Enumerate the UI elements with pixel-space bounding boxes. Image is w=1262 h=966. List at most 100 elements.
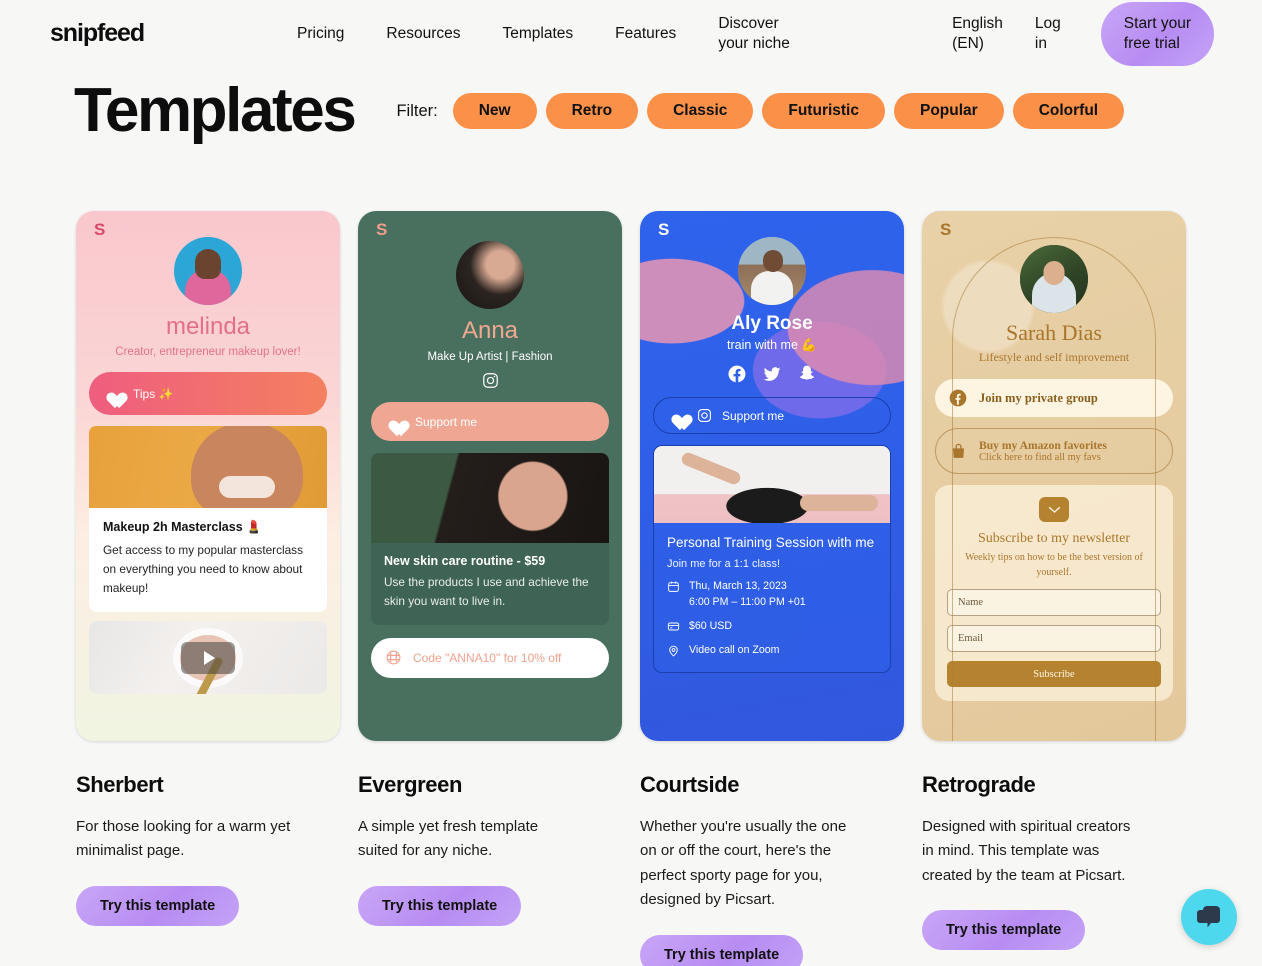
chat-widget-button[interactable]	[1181, 889, 1237, 945]
social-links	[640, 364, 904, 384]
instagram-icon[interactable]	[358, 372, 622, 389]
facebook-icon[interactable]	[727, 364, 747, 384]
snipfeed-mark-icon: S	[376, 220, 388, 239]
calendar-icon	[668, 581, 679, 593]
preview-event-price: $60 USD	[689, 619, 732, 632]
template-preview-sherbert[interactable]: S melinda Creator, entrepreneur makeup l…	[76, 211, 340, 741]
nav-link-discover-your-niche[interactable]: Discover your niche	[697, 14, 811, 54]
filter-label: Filter:	[396, 101, 438, 120]
preview-event-card[interactable]: Personal Training Session with me Join m…	[653, 445, 891, 673]
preview-support-button[interactable]: Support me	[653, 397, 891, 434]
template-description: Whether you're usually the one on or off…	[640, 818, 847, 909]
heart-icon	[668, 407, 687, 424]
preview-coupon-label: Code "ANNA10" for 10% off	[413, 650, 562, 665]
template-card-courtside: S Aly Rose train with me 💪 Support me Pe…	[640, 211, 904, 966]
preview-coupon-button[interactable]: Code "ANNA10" for 10% off	[371, 637, 609, 678]
try-this-template-button[interactable]: Try this template	[922, 910, 1086, 951]
page-title: Templates	[74, 76, 357, 145]
filter-chip-classic[interactable]: Classic	[647, 93, 754, 129]
filter-chip-popular[interactable]: Popular	[894, 93, 1004, 129]
preview-event-location-row: Video call on Zoom	[667, 643, 877, 658]
avatar	[456, 241, 524, 309]
instagram-icon	[698, 409, 711, 422]
preview-post-image	[89, 426, 327, 508]
preview-profile-name: Aly Rose	[731, 313, 813, 334]
snipfeed-mark-icon: S	[658, 220, 670, 239]
preview-event-time: 6:00 PM – 11:00 PM +01	[689, 595, 806, 608]
template-grid: S melinda Creator, entrepreneur makeup l…	[0, 147, 1262, 966]
nav-link-templates[interactable]: Templates	[481, 24, 594, 44]
preview-event-subtitle: Join me for a 1:1 class!	[667, 558, 781, 571]
avatar	[1020, 245, 1088, 313]
template-name: Sherbert	[76, 772, 164, 797]
preview-link-tips[interactable]: Tips ✨	[89, 372, 327, 415]
language-selector[interactable]: English (EN)	[936, 14, 1019, 54]
twitter-icon[interactable]	[762, 364, 782, 384]
preview-profile-bio: train with me 💪	[727, 338, 817, 352]
nav-link-pricing[interactable]: Pricing	[276, 24, 365, 44]
preview-profile-name: Anna	[461, 317, 519, 344]
template-card-retrograde: S Sarah Dias Lifestyle and self improvem…	[922, 211, 1186, 966]
preview-event-image	[654, 446, 890, 523]
play-icon[interactable]	[181, 641, 235, 674]
nav-link-features[interactable]: Features	[594, 24, 697, 44]
preview-support-button[interactable]: Support me	[371, 402, 609, 441]
snipfeed-mark-icon: S	[940, 220, 952, 239]
preview-profile-name: melinda	[165, 313, 251, 340]
page-header: Templates Filter: New Retro Classic Futu…	[0, 67, 1262, 147]
heart-icon	[103, 385, 122, 402]
template-card-evergreen: S Anna Make Up Artist | Fashion Support …	[358, 211, 622, 966]
snipfeed-mark-icon: S	[94, 220, 106, 239]
preview-event-datetime: Thu, March 13, 2023 6:00 PM – 11:00 PM +…	[667, 579, 877, 610]
snapchat-icon[interactable]	[797, 364, 817, 384]
preview-product-image	[371, 453, 609, 543]
preview-event-price-row: $60 USD	[667, 619, 877, 634]
nav-right: English (EN) Log in Start your free tria…	[936, 1, 1214, 66]
template-description: For those looking for a warm yet minimal…	[76, 818, 291, 860]
preview-event-date: Thu, March 13, 2023	[689, 580, 787, 593]
template-preview-retrograde[interactable]: S Sarah Dias Lifestyle and self improvem…	[922, 211, 1186, 741]
filter-bar: Filter: New Retro Classic Futuristic Pop…	[396, 93, 1125, 129]
preview-link-tips-label: Tips ✨	[133, 386, 174, 401]
avatar	[174, 237, 242, 305]
try-this-template-button[interactable]: Try this template	[640, 934, 804, 966]
try-this-template-button[interactable]: Try this template	[358, 885, 522, 926]
preview-video-block[interactable]	[89, 621, 327, 695]
template-name: Retrograde	[922, 772, 1036, 797]
preview-event-title: Personal Training Session with me	[667, 535, 875, 550]
coupon-icon	[386, 650, 401, 665]
template-description: Designed with spiritual creators in mind…	[922, 818, 1131, 884]
chat-bubble-icon	[1197, 906, 1220, 928]
filter-chip-futuristic[interactable]: Futuristic	[762, 93, 885, 129]
template-name: Evergreen	[358, 772, 463, 797]
filter-chip-colorful[interactable]: Colorful	[1012, 93, 1125, 129]
template-name: Courtside	[640, 772, 740, 797]
template-preview-evergreen[interactable]: S Anna Make Up Artist | Fashion Support …	[358, 211, 622, 741]
preview-product-body: Use the products I use and achieve the s…	[384, 575, 589, 608]
start-free-trial-button[interactable]: Start your free trial	[1100, 1, 1214, 66]
top-navigation: snipfeed Pricing Resources Templates Fea…	[0, 0, 1262, 67]
filter-chip-retro[interactable]: Retro	[545, 93, 639, 129]
nav-link-resources[interactable]: Resources	[365, 24, 481, 44]
preview-post-title: Makeup 2h Masterclass 💄	[103, 520, 262, 534]
preview-product-card[interactable]: New skin care routine - $59 Use the prod…	[371, 453, 609, 625]
preview-profile-bio: Creator, entrepreneur makeup lover!	[115, 346, 301, 358]
nav-links: Pricing Resources Templates Features Dis…	[276, 14, 811, 54]
template-preview-courtside[interactable]: S Aly Rose train with me 💪 Support me Pe…	[640, 211, 904, 741]
try-this-template-button[interactable]: Try this template	[76, 885, 240, 926]
login-link[interactable]: Log in	[1019, 14, 1077, 54]
preview-event-location: Video call on Zoom	[689, 644, 780, 657]
filter-chip-new[interactable]: New	[452, 93, 537, 129]
preview-post-card[interactable]: Makeup 2h Masterclass 💄 Get access to my…	[89, 508, 327, 613]
preview-profile-bio: Make Up Artist | Fashion	[427, 351, 553, 363]
avatar	[738, 237, 806, 305]
template-card-sherbert: S melinda Creator, entrepreneur makeup l…	[76, 211, 340, 966]
preview-support-label: Support me	[722, 408, 785, 423]
card-icon	[667, 622, 680, 631]
template-description: A simple yet fresh template suited for a…	[358, 818, 539, 860]
preview-support-label: Support me	[415, 414, 478, 429]
preview-product-title: New skin care routine - $59	[384, 554, 546, 568]
location-pin-icon	[669, 646, 678, 657]
heart-icon	[385, 413, 404, 430]
brand-logo[interactable]: snipfeed	[50, 19, 145, 48]
